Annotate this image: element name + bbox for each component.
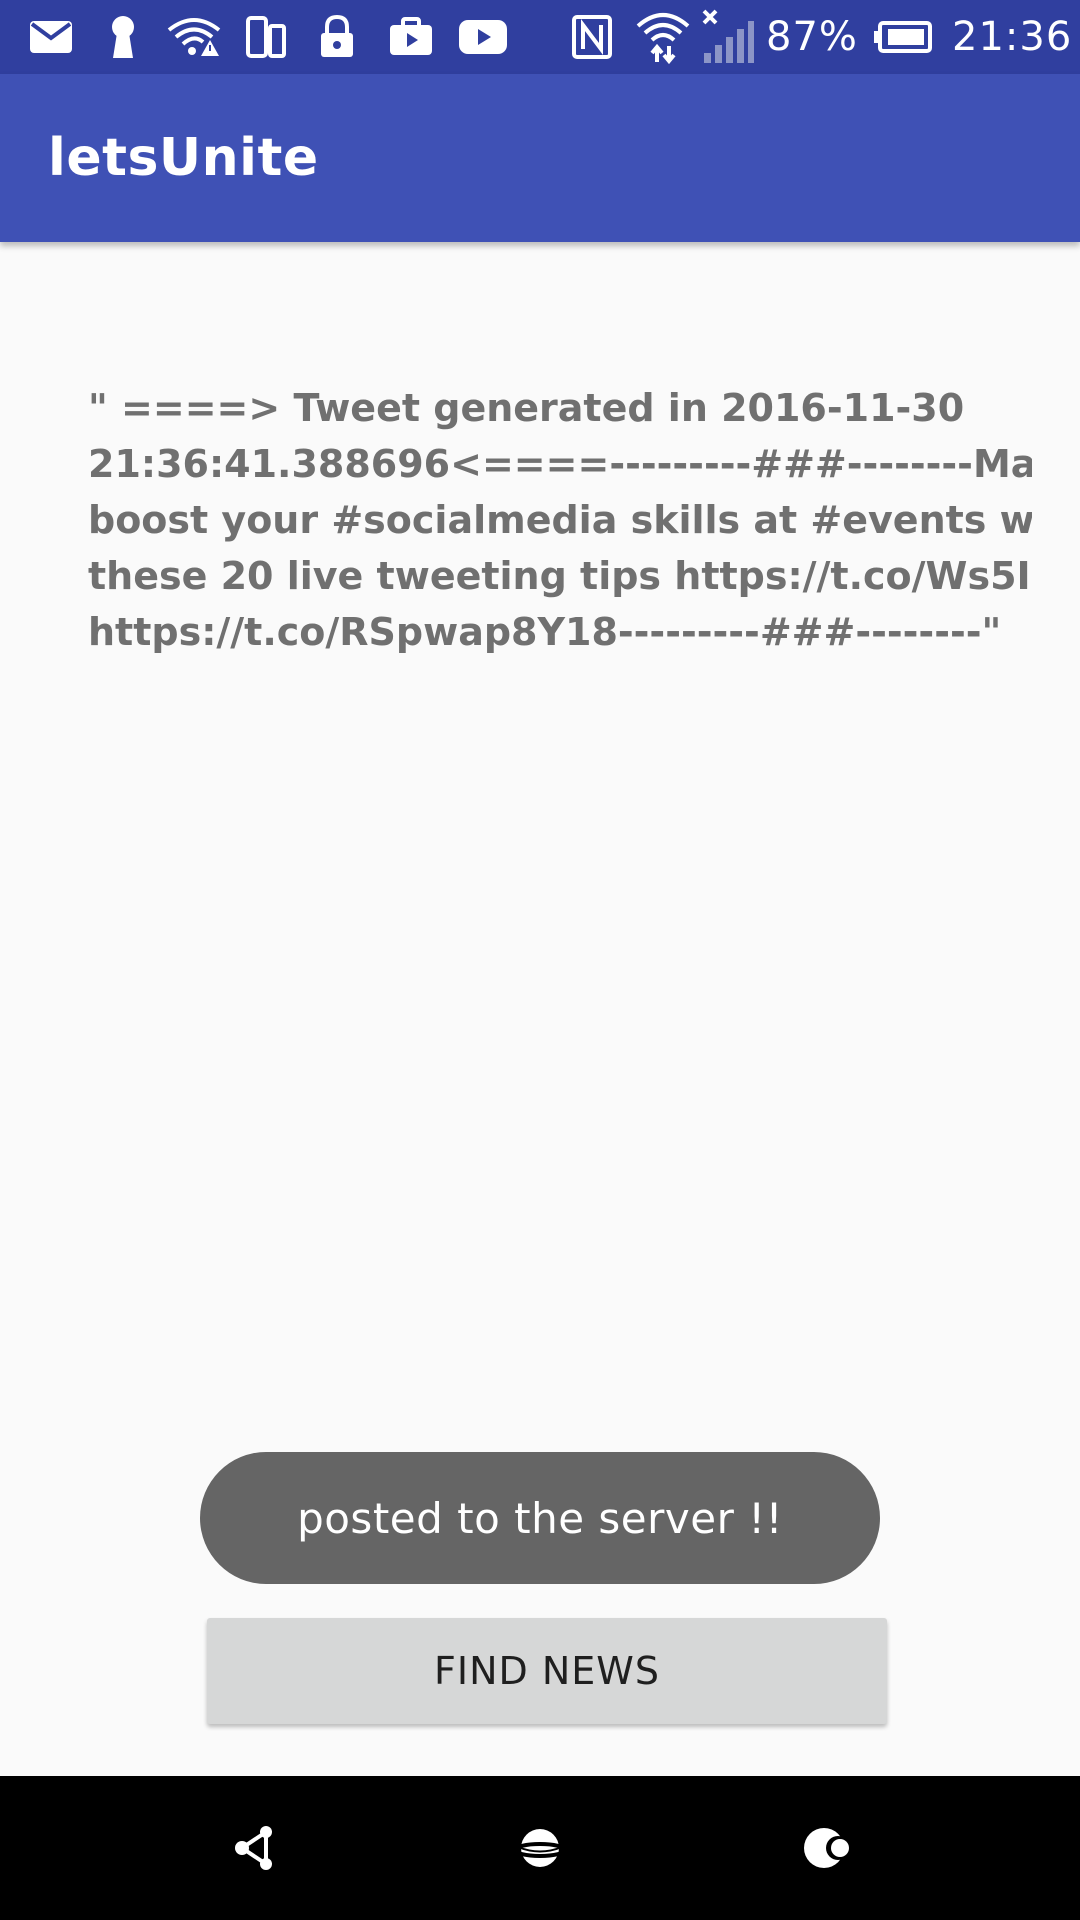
screen-rotate-icon: [246, 0, 286, 74]
navigation-bar: [0, 1776, 1080, 1920]
tweet-line: https://t.co/RSpwap8Y18---------###-----…: [88, 610, 1002, 654]
tweet-line: " ====> Tweet generated in 2016-11-30: [88, 386, 965, 430]
planet-icon[interactable]: [468, 1776, 612, 1920]
keyhole-icon: [106, 0, 140, 74]
lock-icon: [318, 0, 356, 74]
battery-icon: [872, 0, 932, 74]
moon-icon[interactable]: [756, 1776, 900, 1920]
wifi-warning-icon: [166, 0, 222, 74]
tweet-line: boost your #socialmedia skills at #event…: [88, 498, 1032, 542]
tweet-line: 21:36:41.388696<====---------###--------…: [88, 442, 1032, 486]
toast-message: posted to the server !!: [200, 1452, 880, 1584]
briefcase-play-icon: [388, 0, 434, 74]
app-bar: letsUnite: [0, 74, 1080, 242]
signal-icon: [700, 0, 754, 74]
wifi-data-icon: [636, 0, 694, 74]
battery-percent: 87%: [766, 14, 858, 60]
mail-icon: [28, 0, 74, 74]
share-icon[interactable]: [182, 1776, 326, 1920]
youtube-icon: [458, 0, 508, 74]
screen: 87% 21:36 letsUnite " ====> Tweet genera…: [0, 0, 1080, 1920]
status-bar: 87% 21:36: [0, 0, 1080, 74]
app-title: letsUnite: [48, 128, 319, 188]
tweet-line: these 20 live tweeting tips https://t.co…: [88, 554, 1032, 598]
tweet-text: " ====> Tweet generated in 2016-11-30 21…: [88, 380, 1032, 660]
find-news-button[interactable]: FIND NEWS: [207, 1618, 887, 1724]
nfc-icon: [572, 0, 612, 74]
clock: 21:36: [952, 14, 1073, 60]
